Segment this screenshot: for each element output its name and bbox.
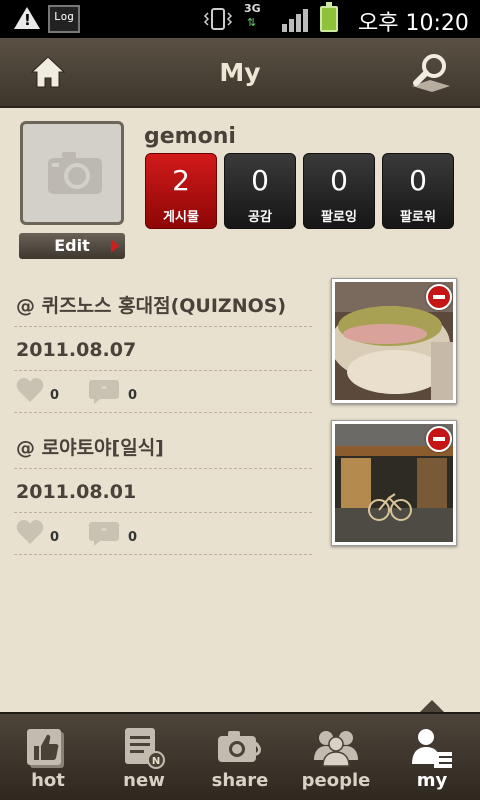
post-item[interactable]: @ 퀴즈노스 홍대점(QUIZNOS) 2011.08.07 0 " 0 [0, 278, 480, 422]
divider [14, 468, 312, 469]
tab-label: share [211, 770, 269, 791]
network-type: 3G [244, 2, 261, 15]
search-icon[interactable] [410, 52, 452, 92]
comment-count: 0 [128, 530, 138, 545]
bottom-tab-bar: hot N new share people my [0, 712, 480, 800]
status-bar: ! Log 3G ⇅ 오후 10:20 [0, 0, 480, 38]
tab-label: new [123, 770, 165, 791]
tab-label: my [416, 770, 448, 791]
camera-icon [48, 152, 102, 194]
my-profile-icon [412, 729, 452, 768]
stat-label: 게시물 [163, 210, 199, 225]
page-title: My [219, 58, 261, 87]
stat-count: 0 [251, 164, 269, 197]
svg-text:": " [101, 526, 107, 539]
status-time: 오후 10:20 [358, 11, 469, 36]
vibrate-icon [203, 8, 233, 30]
comment-count: 0 [128, 388, 138, 403]
post-date: 2011.08.01 [16, 481, 137, 503]
edit-label: Edit [54, 236, 90, 255]
divider [14, 512, 312, 513]
tab-my[interactable]: my [384, 714, 480, 800]
divider [14, 370, 312, 371]
stat-posts[interactable]: 2 게시물 [145, 153, 217, 229]
stat-following[interactable]: 0 팔로잉 [303, 153, 375, 229]
tab-label: people [301, 770, 371, 791]
stat-label: 팔로잉 [321, 210, 357, 225]
comment-icon[interactable]: " [88, 379, 120, 405]
app-header: My [0, 38, 480, 108]
stat-likes[interactable]: 0 공감 [224, 153, 296, 229]
heart-icon[interactable] [16, 519, 44, 545]
like-count: 0 [50, 388, 60, 403]
profile-photo[interactable] [20, 121, 124, 225]
tab-share[interactable]: share [192, 714, 288, 800]
tab-people[interactable]: people [288, 714, 384, 800]
stat-label: 팔로워 [400, 210, 436, 225]
divider [14, 554, 312, 555]
active-tab-indicator [420, 700, 444, 712]
signal-icon [282, 8, 308, 32]
post-date: 2011.08.07 [16, 339, 137, 361]
stat-count: 0 [330, 164, 348, 197]
new-notes-icon: N [125, 728, 165, 769]
svg-text:N: N [152, 756, 160, 767]
arrow-right-icon [111, 239, 119, 253]
battery-icon [320, 2, 338, 32]
home-icon[interactable] [30, 55, 66, 89]
people-icon [314, 731, 358, 767]
stat-count: 2 [172, 164, 190, 197]
delete-icon[interactable] [426, 284, 452, 310]
warning-icon: ! [14, 7, 40, 29]
svg-text:": " [101, 384, 107, 397]
heart-icon[interactable] [16, 377, 44, 403]
camera-share-icon [218, 731, 261, 762]
tab-new[interactable]: N new [96, 714, 192, 800]
stat-count: 0 [409, 164, 427, 197]
post-place[interactable]: @ 로야토야[일식] [16, 433, 164, 460]
post-place[interactable]: @ 퀴즈노스 홍대점(QUIZNOS) [16, 291, 286, 318]
tab-label: hot [31, 770, 65, 791]
post-item[interactable]: @ 로야토야[일식] 2011.08.01 0 " 0 [0, 420, 480, 564]
thumbs-up-icon [27, 729, 64, 768]
tab-hot[interactable]: hot [0, 714, 96, 800]
data-activity-icon: ⇅ [247, 16, 257, 29]
divider [14, 412, 312, 413]
stat-label: 공감 [248, 210, 272, 225]
stat-followers[interactable]: 0 팔로워 [382, 153, 454, 229]
divider [14, 326, 312, 327]
comment-icon[interactable]: " [88, 521, 120, 547]
edit-profile-button[interactable]: Edit [19, 233, 125, 259]
username: gemoni [144, 124, 236, 149]
like-count: 0 [50, 530, 60, 545]
log-icon: Log [48, 5, 80, 33]
delete-icon[interactable] [426, 426, 452, 452]
